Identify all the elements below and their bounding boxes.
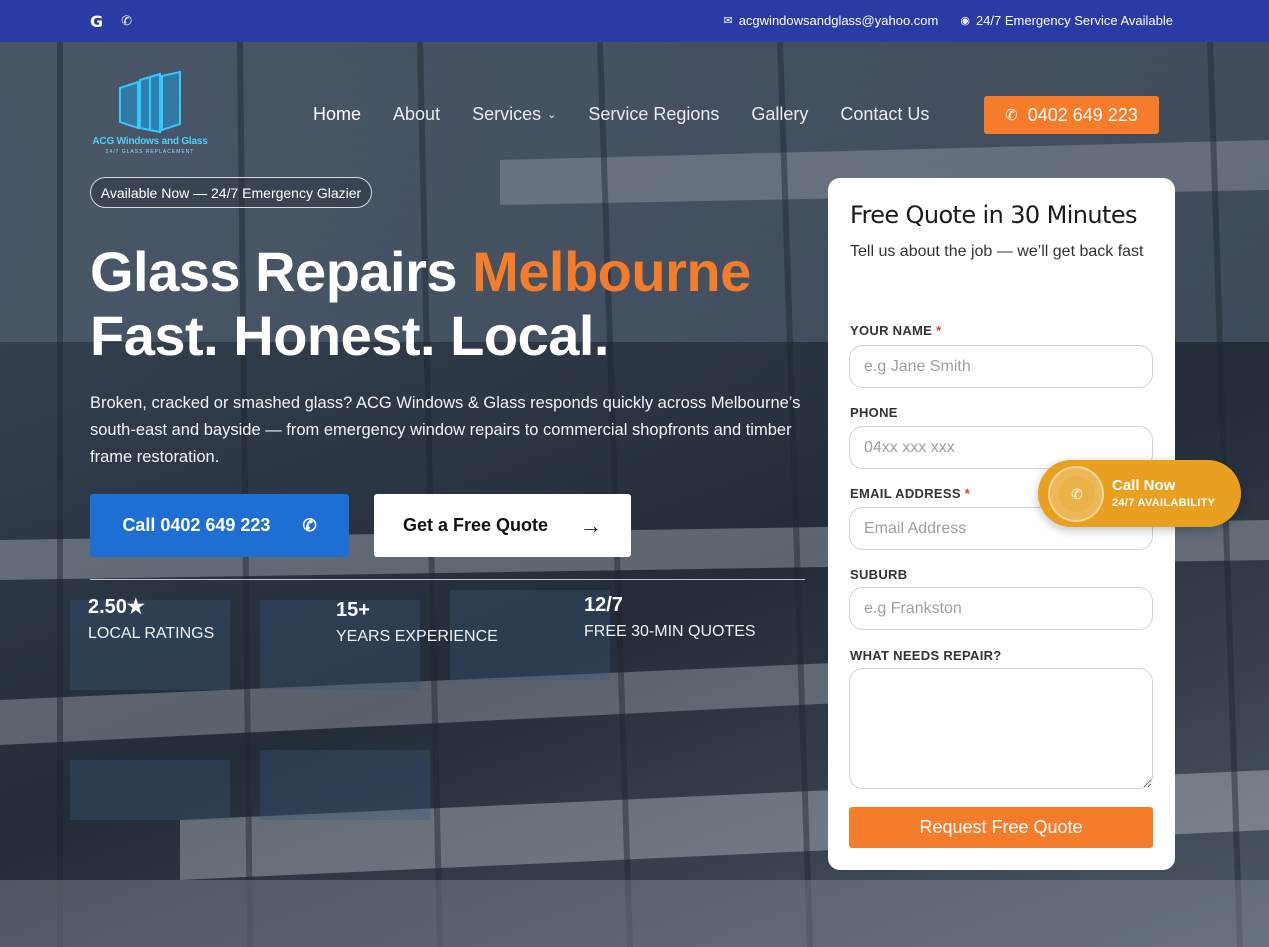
email-label: EMAIL ADDRESS * (850, 486, 970, 501)
headline-text: Glass Repairs (90, 240, 473, 303)
location-icon: ◉ (960, 15, 970, 27)
form-subtitle: Tell us about the job — we’ll get back f… (850, 243, 1144, 260)
repair-textarea[interactable] (849, 668, 1153, 789)
header-call-button[interactable]: ✆ 0402 649 223 (984, 96, 1159, 134)
headline-accent: Melbourne (472, 240, 751, 303)
name-label: YOUR NAME * (850, 323, 941, 338)
logo-tagline: 24/7 GLASS REPLACEMENT (105, 149, 195, 155)
free-quote-button[interactable]: Get a Free Quote → (374, 494, 631, 557)
phone-icon: ✆ (1005, 107, 1018, 124)
stat-ratings: 2.50★ LOCAL RATINGS (88, 594, 214, 643)
nav-about[interactable]: About (393, 104, 440, 125)
social-links: G ✆ (90, 12, 132, 31)
phone-label: PHONE (850, 405, 898, 420)
email-label-text: EMAIL ADDRESS (850, 486, 961, 501)
logo-window-icon (119, 70, 181, 134)
email-text: acgwindowsandglass@yahoo.com (738, 13, 939, 28)
stat-value: 2.50★ (88, 596, 145, 618)
availability-badge: Available Now — 24/7 Emergency Glazier (90, 177, 372, 208)
stat-value: 15+ (336, 599, 370, 621)
top-bar: G ✆ ✉ acgwindowsandglass@yahoo.com ◉ 24/… (0, 0, 1269, 42)
phone-icon: ✆ (302, 515, 317, 535)
phone-icon: ✆ (1059, 476, 1095, 512)
nav-services-label: Services (472, 104, 542, 124)
service-text: 24/7 Emergency Service Available (975, 13, 1173, 28)
header-call-label: 0402 649 223 (1027, 104, 1138, 125)
hero-headline: Glass Repairs Melbourne Fast. Honest. Lo… (90, 240, 751, 368)
repair-label: WHAT NEEDS REPAIR? (850, 648, 1002, 663)
required-mark: * (936, 323, 942, 338)
floating-call-button[interactable]: ✆ Call Now 24/7 AVAILABILITY (1038, 460, 1241, 527)
nav-services[interactable]: Services ⌄ (472, 104, 556, 125)
phone-icon[interactable]: ✆ (121, 14, 132, 29)
email-link[interactable]: ✉ acgwindowsandglass@yahoo.com (723, 13, 938, 28)
stat-quotes: 12/7 FREE 30-MIN QUOTES (584, 594, 756, 641)
suburb-input[interactable] (849, 587, 1153, 630)
nav-service-regions[interactable]: Service Regions (588, 104, 719, 125)
name-label-text: YOUR NAME (850, 323, 933, 338)
suburb-label: SUBURB (850, 567, 908, 582)
stat-label: LOCAL RATINGS (88, 625, 215, 642)
headline-line-1: Glass Repairs Melbourne (90, 240, 751, 304)
required-mark: * (964, 486, 971, 501)
float-call-subtitle: 24/7 AVAILABILITY (1112, 497, 1216, 509)
service-info: ◉ 24/7 Emergency Service Available (960, 13, 1173, 28)
google-icon[interactable]: G (90, 12, 103, 31)
stat-label: YEARS EXPERIENCE (336, 628, 498, 645)
nav-home[interactable]: Home (313, 104, 361, 125)
name-input[interactable] (849, 345, 1153, 388)
call-button-label: Call 0402 649 223 (122, 515, 271, 535)
stat-label: FREE 30-MIN QUOTES (584, 623, 756, 640)
form-title: Free Quote in 30 Minutes (850, 201, 1138, 229)
chevron-down-icon: ⌄ (547, 109, 557, 121)
main-nav: Home About Services ⌄ Service Regions Gal… (313, 104, 961, 125)
hero-description: Broken, cracked or smashed glass? ACG Wi… (90, 394, 801, 466)
headline-line-2: Fast. Honest. Local. (90, 304, 609, 367)
nav-contact[interactable]: Contact Us (840, 104, 929, 125)
free-quote-label: Get a Free Quote (402, 515, 549, 535)
call-button[interactable]: Call 0402 649 223 ✆ (90, 494, 349, 557)
site-logo[interactable]: ACG Windows and Glass 24/7 GLASS REPLACE… (90, 70, 220, 160)
nav-gallery[interactable]: Gallery (751, 104, 808, 125)
float-call-title: Call Now (1112, 477, 1176, 494)
stat-value: 12/7 (584, 594, 623, 616)
arrow-right-icon: → (580, 512, 603, 538)
contact-info: ✉ acgwindowsandglass@yahoo.com ◉ 24/7 Em… (723, 13, 1173, 28)
logo-brand: ACG Windows and Glass (92, 136, 208, 147)
stats-divider (90, 579, 805, 580)
envelope-icon: ✉ (723, 15, 733, 27)
request-quote-button[interactable]: Request Free Quote (849, 807, 1153, 848)
stat-experience: 15+ YEARS EXPERIENCE (336, 599, 498, 646)
